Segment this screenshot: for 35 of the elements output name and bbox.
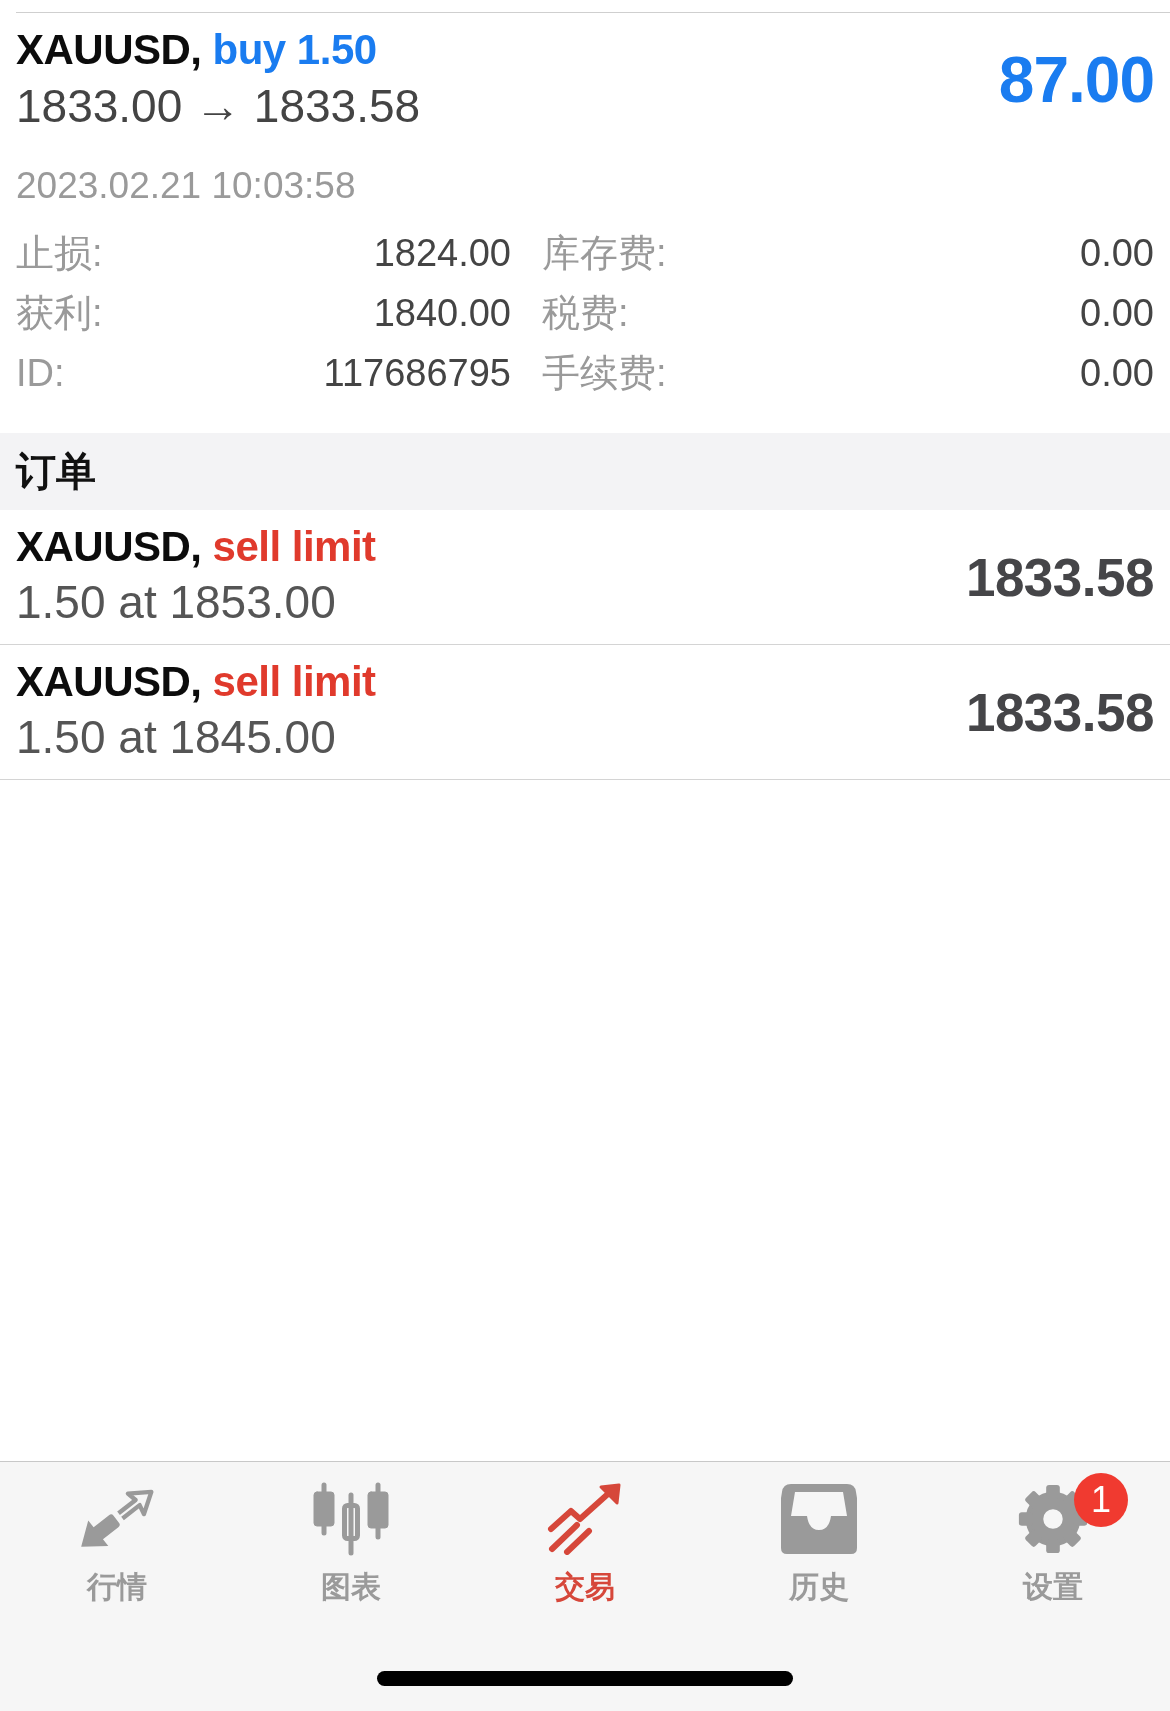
inbox-tray-icon xyxy=(781,1484,857,1554)
order-type-label: sell limit xyxy=(212,657,376,707)
profit-value: 87.00 xyxy=(998,44,1154,116)
detail-label: 手续费: xyxy=(542,350,667,396)
order-type-label: sell limit xyxy=(212,522,376,572)
open-time-text: 2023.02.21 10:03:58 xyxy=(16,164,357,208)
symbol-label: XAUUSD, xyxy=(16,522,202,572)
detail-label: 获利: xyxy=(16,290,103,336)
detail-value: 0.00 xyxy=(1080,291,1154,335)
detail-label: ID: xyxy=(16,351,65,395)
candlestick-icon xyxy=(313,1481,389,1557)
price-change-text: 1833.00 → 1833.58 xyxy=(16,79,421,134)
rising-trend-icon xyxy=(547,1483,623,1555)
symbol-label: XAUUSD, xyxy=(16,25,202,75)
diagonal-arrows-icon xyxy=(79,1488,155,1550)
section-header: 订单 xyxy=(0,433,1170,510)
notification-badge: 1 xyxy=(1074,1473,1128,1527)
tab-button[interactable]: 图表 xyxy=(303,1479,399,1605)
detail-label: 税费: xyxy=(542,290,629,336)
detail-value: 117686795 xyxy=(323,351,511,395)
current-price-value: 1833.58 xyxy=(965,546,1154,608)
detail-value: 1824.00 xyxy=(373,231,511,275)
tab-button[interactable]: 交易 xyxy=(537,1479,633,1605)
detail-value: 1840.00 xyxy=(373,291,511,335)
tab-button[interactable]: 历史 xyxy=(771,1479,867,1605)
symbol-label: XAUUSD, xyxy=(16,657,202,707)
detail-label: 库存费: xyxy=(542,230,667,276)
detail-value: 0.00 xyxy=(1080,351,1154,395)
tab-button[interactable]: 行情 xyxy=(69,1479,165,1605)
detail-label: 止损: xyxy=(16,230,103,276)
order-type-label: buy 1.50 xyxy=(212,25,377,75)
volume-price-text: 1.50 at 1853.00 xyxy=(16,575,337,630)
current-price-value: 1833.58 xyxy=(965,681,1154,743)
detail-value: 0.00 xyxy=(1080,231,1154,275)
volume-price-text: 1.50 at 1845.00 xyxy=(16,710,337,765)
